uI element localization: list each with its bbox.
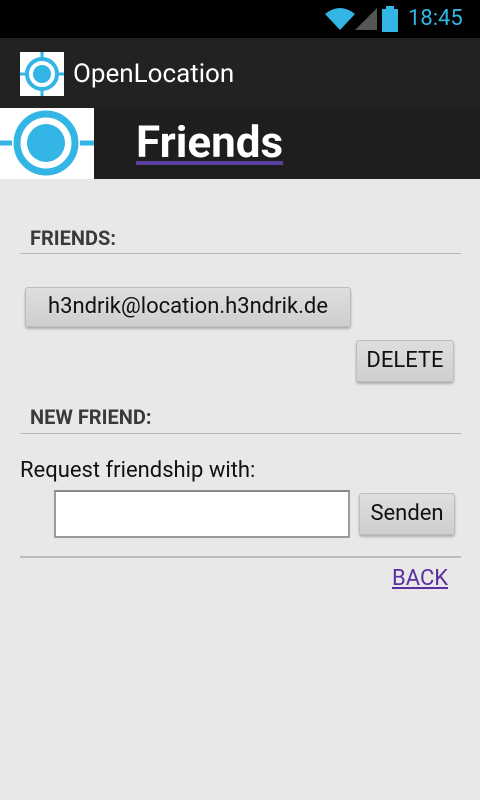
clock: 18:45	[408, 6, 463, 31]
logo-target-icon	[0, 108, 94, 179]
friend-item-button[interactable]: h3ndrik@location.h3ndrik.de	[25, 287, 351, 327]
crosshair-target-icon[interactable]	[20, 52, 64, 96]
app-title: OpenLocation	[73, 59, 235, 89]
new-friend-section-header: NEW FRIEND:	[20, 405, 461, 434]
action-bar: OpenLocation	[0, 38, 480, 108]
page-title: Friends	[136, 116, 284, 168]
friend-address-input[interactable]	[54, 490, 350, 538]
delete-button[interactable]: DELETE	[356, 340, 454, 382]
status-bar: 18:45	[0, 0, 480, 38]
battery-icon	[382, 6, 398, 32]
back-link[interactable]: BACK	[392, 566, 448, 591]
signal-icon	[355, 8, 377, 30]
friends-section-header: FRIENDS:	[20, 226, 461, 254]
divider	[20, 556, 461, 558]
send-button[interactable]: Senden	[359, 493, 455, 535]
page-header: Friends	[0, 108, 480, 179]
request-friendship-label: Request friendship with:	[20, 458, 256, 483]
wifi-icon	[325, 8, 355, 30]
